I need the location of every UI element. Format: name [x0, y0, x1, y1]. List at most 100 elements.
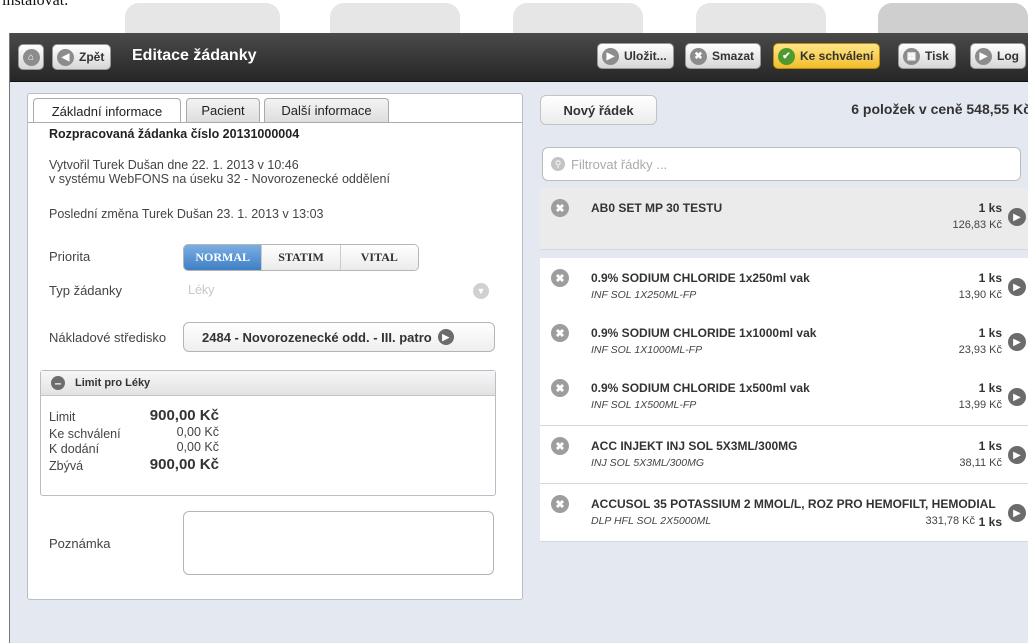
chevron-right-icon[interactable]: ▶ — [1008, 333, 1026, 351]
note-label: Poznámka — [49, 536, 111, 551]
back-label: Zpět — [79, 50, 105, 64]
item-quantity: 1 ks — [978, 515, 1002, 529]
item-form: INF SOL 1X1000ML-FP — [591, 344, 703, 356]
request-type-value[interactable]: Léky — [188, 283, 214, 297]
remove-item-icon[interactable]: ✖ — [551, 324, 569, 342]
item-form: INF SOL 1X250ML-FP — [591, 289, 697, 301]
tab-more-info[interactable]: Další informace — [264, 98, 389, 122]
chevron-right-icon[interactable]: ▶ — [1008, 388, 1026, 406]
limit-label: Limit — [49, 410, 76, 424]
delete-icon: ✖ — [690, 47, 707, 65]
to-deliver-label: K dodání — [49, 442, 100, 456]
tab-patient[interactable]: Pacient — [186, 98, 260, 122]
item-price: 23,93 Kč — [958, 344, 1002, 356]
priority-selector: NORMAL STATIM VITAL — [183, 244, 419, 271]
created-by-text: Vytvořil Turek Dušan dne 22. 1. 2013 v 1… — [49, 158, 299, 172]
item-form: INJ SOL 5X3ML/300MG — [591, 457, 705, 469]
page-title: Editace žádanky — [132, 47, 257, 64]
item-name: 0.9% SODIUM CHLORIDE 1x500ml vak — [591, 381, 810, 395]
approve-button[interactable]: ✔ Ke schválení — [773, 43, 881, 69]
back-button[interactable]: ◀ Zpět — [52, 44, 112, 70]
app-window: ⌂ ◀ Zpět Editace žádanky ▶ Uložit... ✖ S… — [9, 33, 1028, 643]
chevron-right-icon[interactable]: ▶ — [1008, 208, 1026, 226]
item-price: 38,11 Kč — [959, 457, 1002, 469]
pending-approval-label: Ke schválení — [49, 427, 121, 441]
cost-center-label: Nákladové středisko — [49, 330, 167, 345]
list-item[interactable]: ✖ ACCUSOL 35 POTASSIUM 2 MMOL/L, ROZ PRO… — [540, 484, 1028, 542]
save-button[interactable]: ▶ Uložit... — [597, 43, 674, 69]
item-name: 0.9% SODIUM CHLORIDE 1x1000ml vak — [591, 326, 817, 340]
request-type-label: Typ žádanky — [49, 283, 122, 298]
remove-item-icon[interactable]: ✖ — [551, 437, 569, 455]
chevron-right-icon[interactable]: ▶ — [1008, 446, 1026, 464]
item-quantity: 1 ks — [978, 439, 1002, 453]
tab-divider — [28, 122, 522, 123]
created-system-text: v systému WebFONS na úseku 32 - Novoroze… — [49, 172, 390, 186]
priority-normal[interactable]: NORMAL — [184, 245, 262, 270]
priority-vital[interactable]: VITAL — [339, 245, 418, 270]
item-price: 331,78 Kč — [925, 515, 975, 527]
item-form: INF SOL 1X500ML-FP — [591, 399, 697, 411]
items-summary: 6 položek v ceně 548,55 Kč — [851, 101, 1028, 117]
search-icon: ⚲ — [551, 157, 565, 171]
print-button[interactable]: ▦ Tisk — [898, 43, 956, 69]
item-quantity: 1 ks — [978, 326, 1002, 340]
item-quantity: 1 ks — [978, 271, 1002, 285]
item-name: ACCUSOL 35 POTASSIUM 2 MMOL/L, ROZ PRO H… — [591, 497, 996, 511]
item-price: 126,83 Kč — [952, 219, 1002, 231]
note-textarea[interactable] — [183, 511, 494, 575]
item-name: ACC INJEKT INJ SOL 5X3ML/300MG — [591, 439, 798, 453]
last-change-text: Poslední změna Turek Dušan 23. 1. 2013 v… — [49, 207, 324, 221]
log-arrow-icon: ▶ — [975, 47, 992, 65]
detail-panel: Základní informace Pacient Další informa… — [27, 93, 523, 600]
list-item[interactable]: ✖ 0.9% SODIUM CHLORIDE 1x1000ml vak INF … — [540, 313, 1028, 371]
save-arrow-icon: ▶ — [602, 47, 619, 65]
list-item[interactable]: ✖ 0.9% SODIUM CHLORIDE 1x250ml vak INF S… — [540, 258, 1028, 316]
chevron-right-icon[interactable]: ▶ — [1008, 278, 1026, 296]
request-heading: Rozpracovaná žádanka číslo 20131000004 — [49, 127, 300, 141]
limit-header[interactable]: – Limit pro Léky — [41, 371, 495, 396]
toolbar: ⌂ ◀ Zpět Editace žádanky ▶ Uložit... ✖ S… — [10, 33, 1028, 82]
remaining-value: 900,00 Kč — [149, 456, 219, 473]
item-form: DLP HFL SOL 2X5000ML — [591, 515, 712, 527]
save-label: Uložit... — [624, 49, 667, 63]
home-icon: ⌂ — [22, 48, 40, 66]
cost-center-value: 2484 - Novorozenecké odd. - III. patro — [202, 329, 432, 345]
item-quantity: 1 ks — [978, 381, 1002, 395]
remove-item-icon[interactable]: ✖ — [551, 199, 569, 217]
remove-item-icon[interactable]: ✖ — [551, 495, 569, 513]
approve-label: Ke schválení — [800, 49, 874, 63]
list-item[interactable]: ✖ AB0 SET MP 30 TESTU 1 ks 126,83 Kč ▶ — [540, 188, 1028, 250]
filter-input[interactable]: ⚲ Filtrovat řádky ... — [542, 147, 1021, 181]
page-caption: instalovat. — [2, 0, 69, 9]
cost-center-select[interactable]: 2484 - Novorozenecké odd. - III. patro ▶ — [183, 322, 495, 352]
list-item[interactable]: ✖ ACC INJEKT INJ SOL 5X3ML/300MG INJ SOL… — [540, 426, 1028, 484]
delete-label: Smazat — [712, 49, 755, 63]
remove-item-icon[interactable]: ✖ — [551, 269, 569, 287]
remove-item-icon[interactable]: ✖ — [551, 379, 569, 397]
remaining-label: Zbývá — [49, 459, 84, 473]
tab-basic-info[interactable]: Základní informace — [33, 98, 181, 123]
priority-statim[interactable]: STATIM — [261, 245, 340, 270]
limit-box: – Limit pro Léky Limit 900,00 Kč Ke schv… — [40, 370, 496, 496]
list-item[interactable]: ✖ 0.9% SODIUM CHLORIDE 1x500ml vak INF S… — [540, 368, 1028, 426]
delete-button[interactable]: ✖ Smazat — [685, 43, 762, 69]
chevron-down-icon[interactable]: ▼ — [473, 283, 489, 299]
chevron-right-icon[interactable]: ▶ — [1008, 504, 1026, 522]
filter-placeholder: Filtrovat řádky ... — [571, 156, 668, 172]
back-arrow-icon: ◀ — [57, 48, 74, 66]
new-row-button[interactable]: Nový řádek — [540, 95, 657, 125]
item-name: 0.9% SODIUM CHLORIDE 1x250ml vak — [591, 271, 810, 285]
item-price: 13,99 Kč — [958, 399, 1002, 411]
print-label: Tisk — [925, 49, 949, 63]
item-name: AB0 SET MP 30 TESTU — [591, 201, 723, 215]
check-icon: ✔ — [778, 47, 795, 65]
limit-title: Limit pro Léky — [75, 377, 151, 389]
home-button[interactable]: ⌂ — [18, 44, 44, 70]
item-price: 13,90 Kč — [958, 289, 1002, 301]
collapse-icon[interactable]: – — [51, 376, 65, 390]
log-button[interactable]: ▶ Log — [970, 43, 1026, 69]
pending-approval-value: 0,00 Kč — [176, 425, 219, 439]
limit-value: 900,00 Kč — [149, 407, 219, 424]
log-label: Log — [997, 49, 1019, 63]
